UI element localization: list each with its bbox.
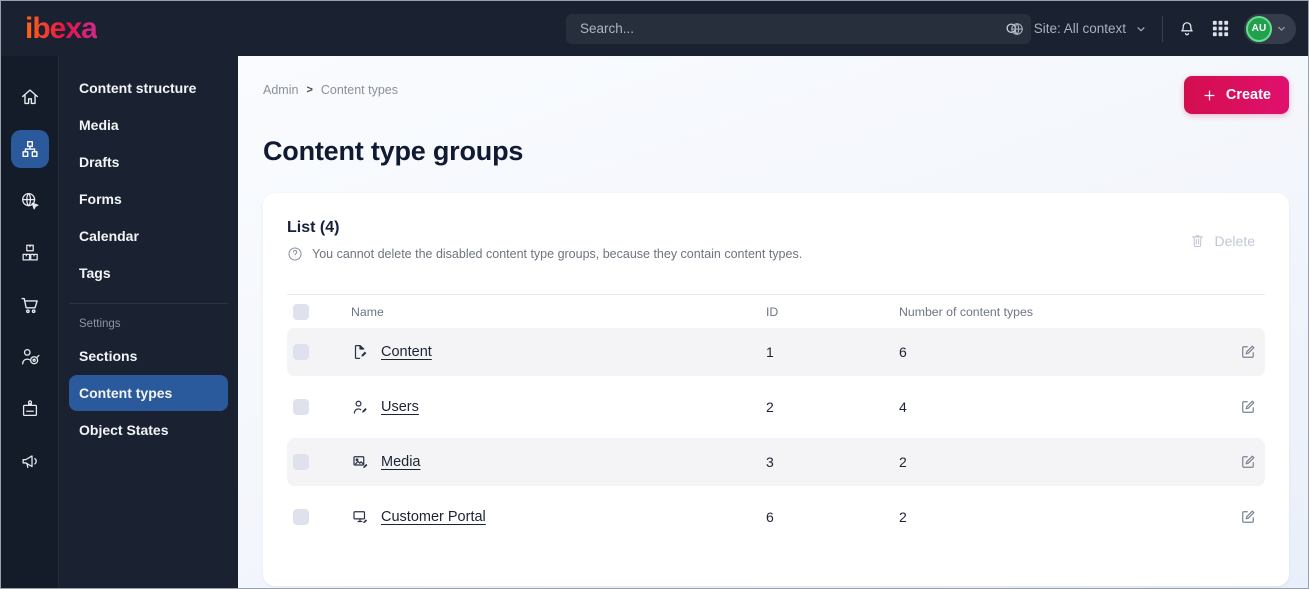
sidebar-item-media[interactable]: Media	[69, 107, 228, 143]
group-count: 2	[899, 454, 907, 470]
icon-rail	[1, 56, 59, 588]
topbar: ibexa Site: All context	[1, 1, 1308, 56]
logo-area: ibexa	[1, 11, 238, 45]
page-title: Content type groups	[263, 136, 524, 166]
group-link-customer-portal[interactable]: Customer Portal	[381, 509, 486, 525]
edit-button[interactable]	[1237, 506, 1259, 528]
group-id: 2	[766, 399, 774, 415]
breadcrumb-separator: >	[306, 84, 313, 96]
topbar-actions: Site: All context AU	[1008, 1, 1296, 56]
group-id: 6	[766, 509, 774, 525]
plus-icon	[1202, 88, 1217, 103]
group-count: 6	[899, 344, 907, 360]
select-all-checkbox[interactable]	[293, 303, 309, 320]
row-checkbox[interactable]	[293, 509, 309, 525]
sidebar-item-object-states[interactable]: Object States	[69, 412, 228, 448]
site-context-selector[interactable]: Site: All context	[1008, 20, 1148, 38]
topbar-divider	[1162, 15, 1163, 42]
image-edit-icon	[351, 453, 369, 471]
sitemap-icon[interactable]	[10, 130, 49, 168]
ibexa-logo: ibexa	[25, 11, 98, 45]
file-edit-icon	[351, 343, 369, 361]
row-checkbox[interactable]	[293, 344, 309, 360]
sidebar-divider	[69, 303, 228, 304]
app-grid-icon[interactable]	[1211, 19, 1230, 38]
home-icon[interactable]	[11, 78, 49, 116]
sidebar-item-calendar[interactable]: Calendar	[69, 218, 228, 254]
table-row: Content 1 6	[287, 328, 1265, 376]
cart-icon[interactable]	[11, 286, 49, 324]
table-row: Customer Portal 6 2	[287, 493, 1265, 541]
content-type-groups-table: Name ID Number of content types Content	[287, 294, 1265, 541]
group-count: 4	[899, 399, 907, 415]
sidebar-item-drafts[interactable]: Drafts	[69, 144, 228, 180]
group-id: 3	[766, 454, 774, 470]
group-link-users[interactable]: Users	[381, 399, 419, 415]
table-row: Users 2 4	[287, 383, 1265, 431]
person-target-icon[interactable]	[11, 338, 49, 376]
group-link-content[interactable]: Content	[381, 344, 432, 360]
column-header-count: Number of content types	[899, 304, 1033, 319]
list-title: List (4)	[287, 219, 340, 236]
column-header-name: Name	[351, 304, 384, 319]
search-input[interactable]	[580, 21, 1003, 36]
chevron-down-icon	[1275, 22, 1288, 35]
breadcrumb: Admin > Content types	[263, 80, 398, 97]
create-button[interactable]: Create	[1183, 76, 1289, 114]
globe-icon	[1008, 20, 1026, 38]
notifications-bell-icon[interactable]	[1177, 19, 1197, 39]
sidebar-item-sections[interactable]: Sections	[69, 338, 228, 374]
user-edit-icon	[351, 398, 369, 416]
row-checkbox[interactable]	[293, 399, 309, 415]
column-header-id: ID	[766, 304, 779, 319]
chevron-down-icon	[1134, 22, 1148, 36]
group-link-media[interactable]: Media	[381, 454, 421, 470]
globe-cursor-icon[interactable]	[11, 182, 49, 220]
edit-button[interactable]	[1237, 396, 1259, 418]
group-count: 2	[899, 509, 907, 525]
sidebar-item-content-structure[interactable]: Content structure	[69, 70, 228, 106]
delete-button-label: Delete	[1214, 232, 1255, 249]
sidebar-settings-label: Settings	[79, 318, 121, 330]
breadcrumb-admin-link[interactable]: Admin	[263, 83, 298, 97]
megaphone-icon[interactable]	[11, 442, 49, 480]
content-type-groups-panel: List (4) You cannot delete the disabled …	[263, 193, 1289, 586]
group-id: 1	[766, 344, 774, 360]
delete-button[interactable]: Delete	[1179, 226, 1265, 255]
row-checkbox[interactable]	[293, 454, 309, 470]
table-header: Name ID Number of content types	[287, 294, 1265, 328]
breadcrumb-current: Content types	[320, 83, 399, 97]
badge-icon[interactable]	[11, 390, 49, 428]
question-circle-icon	[287, 246, 303, 262]
boxes-icon[interactable]	[11, 234, 49, 272]
list-help-text: You cannot delete the disabled content t…	[312, 247, 803, 261]
monitor-edit-icon	[351, 508, 369, 526]
site-context-label: Site: All context	[1033, 21, 1126, 36]
sidebar-item-forms[interactable]: Forms	[69, 181, 228, 217]
global-search[interactable]	[566, 13, 1031, 44]
sidebar-item-content-types[interactable]: Content types	[69, 375, 228, 411]
sidebar-item-tags[interactable]: Tags	[69, 255, 228, 291]
edit-button[interactable]	[1237, 451, 1259, 473]
create-button-label: Create	[1225, 87, 1271, 103]
table-row: Media 3 2	[287, 438, 1265, 486]
user-menu[interactable]: AU	[1244, 13, 1296, 44]
sidebar: Content structure Media Drafts Forms Cal…	[59, 56, 238, 588]
trash-icon	[1189, 232, 1206, 249]
app-window: ibexa Site: All context	[0, 0, 1309, 589]
edit-button[interactable]	[1237, 341, 1259, 363]
avatar: AU	[1246, 15, 1272, 42]
main-content: Admin > Content types Create Content typ…	[238, 56, 1308, 588]
